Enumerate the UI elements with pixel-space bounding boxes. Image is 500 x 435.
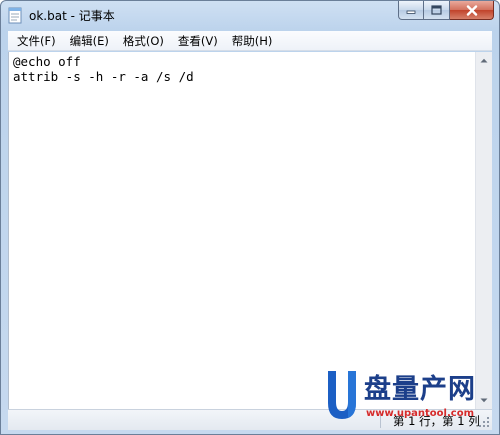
maximize-icon: [431, 5, 442, 15]
title-bar[interactable]: ok.bat - 记事本: [1, 1, 499, 29]
editor-line: attrib -s -h -r -a /s /d: [13, 69, 194, 84]
watermark-brand: 盘量产网: [364, 374, 476, 405]
u-disk-logo-icon: [328, 371, 356, 419]
menu-edit[interactable]: 编辑(E): [63, 31, 116, 51]
close-icon: [466, 4, 477, 16]
editor-line: @echo off: [13, 54, 81, 69]
caption-buttons: [398, 1, 494, 21]
menu-format[interactable]: 格式(O): [116, 31, 171, 51]
close-button[interactable]: [450, 1, 494, 20]
menu-file[interactable]: 文件(F): [10, 31, 63, 51]
menu-help[interactable]: 帮助(H): [225, 31, 280, 51]
vertical-scrollbar[interactable]: [475, 52, 492, 409]
watermark-url: www.upantool.com: [366, 408, 474, 419]
scroll-up-button[interactable]: [476, 52, 492, 69]
maximize-button[interactable]: [424, 1, 450, 20]
notepad-icon: [8, 7, 22, 24]
arrow-up-icon: [480, 58, 488, 63]
text-editor[interactable]: @echo off attrib -s -h -r -a /s /d: [8, 52, 475, 409]
menu-bar: 文件(F) 编辑(E) 格式(O) 查看(V) 帮助(H): [8, 31, 492, 51]
menu-view[interactable]: 查看(V): [171, 31, 225, 51]
minimize-icon: [406, 10, 416, 14]
minimize-button[interactable]: [398, 1, 424, 20]
window-title: ok.bat - 记事本: [29, 9, 115, 23]
watermark-logo: 盘量产网 www.upantool.com: [318, 367, 498, 429]
